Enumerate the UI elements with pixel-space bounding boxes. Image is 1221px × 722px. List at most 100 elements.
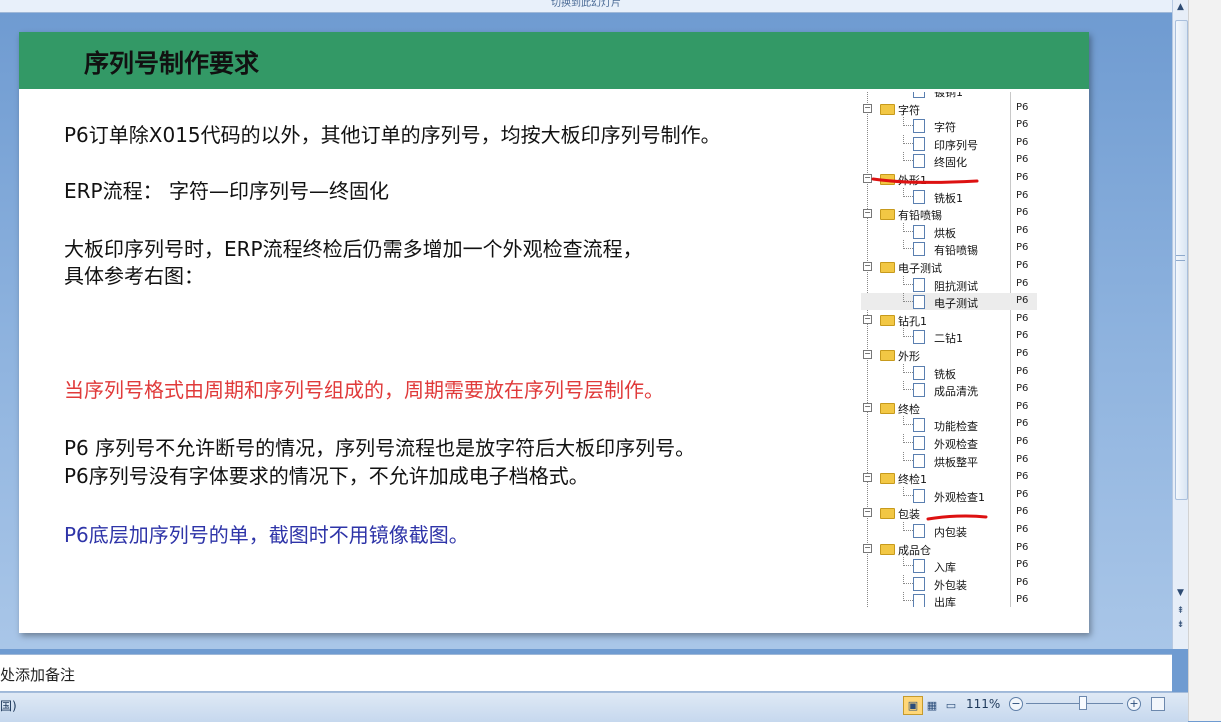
paragraph-bottom-layer-rule: P6底层加序列号的单，截图时不用镜像截图。: [64, 523, 469, 547]
tree-code: P6: [1016, 224, 1029, 236]
erp-flow-tree-image: 镀铜1P6−字符P6字符P6印序列号P6终固化P6−外形1P6铣板1P6−有铅喷…: [861, 92, 1037, 607]
tree-code: P6: [1016, 242, 1029, 254]
tree-connector: [903, 152, 913, 162]
tree-code: P6: [1016, 260, 1029, 271]
tree-connector: [903, 328, 913, 338]
tree-connector: [903, 187, 913, 197]
tree-group-row: − 电子测试 P6: [861, 258, 1037, 275]
next-slide-icon[interactable]: ⇟: [1173, 618, 1188, 632]
tree-label: 终检: [898, 402, 920, 416]
fit-to-window-icon[interactable]: [1151, 697, 1165, 711]
tree-code: P6: [1016, 471, 1029, 483]
collapse-icon: −: [863, 472, 872, 483]
zoom-slider-track[interactable]: [1026, 703, 1123, 704]
tree-label: 入库: [934, 561, 956, 575]
tree-item-row: 外包装 P6: [861, 574, 1037, 592]
tree-code: P6: [1016, 488, 1029, 500]
tree-group-row: − 终检 P6: [861, 399, 1037, 416]
document-icon: [913, 330, 925, 345]
notes-pane[interactable]: 处添加备注: [0, 654, 1172, 692]
document-icon: [913, 242, 925, 257]
document-icon: [913, 576, 925, 591]
tree-code: P6: [1016, 524, 1029, 535]
tree-label: 终固化: [934, 156, 967, 170]
scroll-down-icon[interactable]: ▼: [1173, 586, 1188, 600]
tree-code: P6: [1016, 295, 1029, 307]
slide-sorter-icon[interactable]: ▦: [922, 696, 942, 715]
tree-item-row: 字符 P6: [861, 117, 1037, 134]
tree-label: 有铅喷锡: [898, 209, 942, 223]
tree-label: 出库: [934, 596, 956, 607]
tree-label: 字符: [898, 103, 920, 117]
tree-item-row: 内包装 P6: [861, 522, 1037, 539]
tree-code: P6: [1016, 154, 1029, 166]
document-icon: [913, 418, 925, 433]
tree-group-row: − 字符 P6: [861, 100, 1037, 117]
tree-label: 成品清洗: [934, 385, 978, 399]
document-icon: [913, 277, 925, 292]
folder-icon: [880, 209, 895, 221]
tree-connector: [903, 363, 913, 373]
tree-item-row: 电子测试 P6: [861, 293, 1037, 311]
slideshow-icon[interactable]: ▭: [941, 696, 961, 715]
normal-view-icon[interactable]: ▣: [903, 696, 923, 715]
tree-label: 烘板整平: [934, 455, 978, 469]
previous-slide-icon[interactable]: ⇞: [1173, 604, 1188, 618]
tree-code: P6: [1016, 418, 1029, 430]
tree-code: P6: [1016, 506, 1029, 518]
tree-label: 成品仓: [898, 543, 931, 557]
tree-code: P6: [1016, 189, 1029, 201]
tree-code: P6: [1016, 453, 1029, 465]
scroll-up-icon[interactable]: ▲: [1173, 0, 1188, 14]
tree-label: 外观检查1: [934, 490, 985, 504]
tree-label: 字符: [934, 121, 956, 135]
document-icon: [913, 453, 925, 468]
folder-icon: [880, 508, 895, 520]
folder-icon: [880, 314, 895, 326]
tree-label: 电子测试: [934, 297, 978, 311]
collapse-icon: −: [863, 313, 872, 324]
paragraph-period-rule: 当序列号格式由周期和序列号组成的，周期需要放在序列号层制作。: [64, 378, 664, 402]
collapse-icon: −: [863, 208, 872, 219]
folder-icon: [880, 402, 895, 414]
paragraph-see-figure: 具体参考右图：: [64, 264, 204, 288]
slide-canvas[interactable]: 序列号制作要求 P6订单除X015代码的以外，其他订单的序列号，均按大板印序列号…: [19, 32, 1089, 633]
tree-code: P6: [1016, 559, 1029, 571]
tree-code: P6: [1016, 576, 1029, 588]
tree-label: 外形: [898, 350, 920, 363]
tree-item-row: 终固化 P6: [861, 152, 1037, 169]
tree-code: P6: [1016, 330, 1029, 342]
language-status[interactable]: 国): [0, 697, 17, 714]
paragraph-font-rule: P6序列号没有字体要求的情况下，不允许加成电子档格式。: [64, 464, 589, 488]
tree-group-row: − 外形 P6: [861, 346, 1037, 363]
tree-code: P6: [1016, 436, 1029, 447]
red-underline-mark: [871, 177, 979, 184]
collapse-icon: −: [863, 542, 872, 553]
collapse-icon: −: [863, 102, 872, 113]
document-icon: [913, 224, 925, 239]
zoom-in-icon[interactable]: +: [1127, 697, 1141, 711]
red-underline-mark: [926, 514, 988, 521]
collapse-icon: −: [863, 507, 872, 518]
tree-code: P6: [1016, 365, 1029, 377]
tree-label: 印序列号: [934, 138, 978, 152]
document-icon: [913, 559, 925, 574]
zoom-slider-thumb[interactable]: [1079, 696, 1088, 710]
tree-label: 铣板: [934, 367, 956, 381]
tree-label: 外观检查: [934, 438, 978, 451]
tree-connector: [903, 134, 913, 144]
collapse-icon: −: [863, 401, 872, 412]
tree-code: P6: [1016, 400, 1029, 412]
zoom-out-icon[interactable]: −: [1009, 697, 1023, 711]
notes-placeholder[interactable]: 处添加备注: [0, 664, 75, 685]
slide-title: 序列号制作要求: [84, 49, 260, 78]
tree-connector: [903, 486, 913, 496]
tree-connector: [903, 434, 913, 443]
tree-label: 铣板1: [934, 191, 963, 205]
vertical-scrollbar[interactable]: ▲ ▼ ⇞ ⇟: [1172, 0, 1188, 649]
tree-connector: [903, 557, 913, 567]
tree-connector: [903, 416, 913, 426]
zoom-level[interactable]: 111%: [966, 697, 1000, 711]
tree-code: P6: [1016, 348, 1029, 359]
status-bar: 国) ▣ ▦ ▭ 111% − +: [0, 692, 1188, 722]
